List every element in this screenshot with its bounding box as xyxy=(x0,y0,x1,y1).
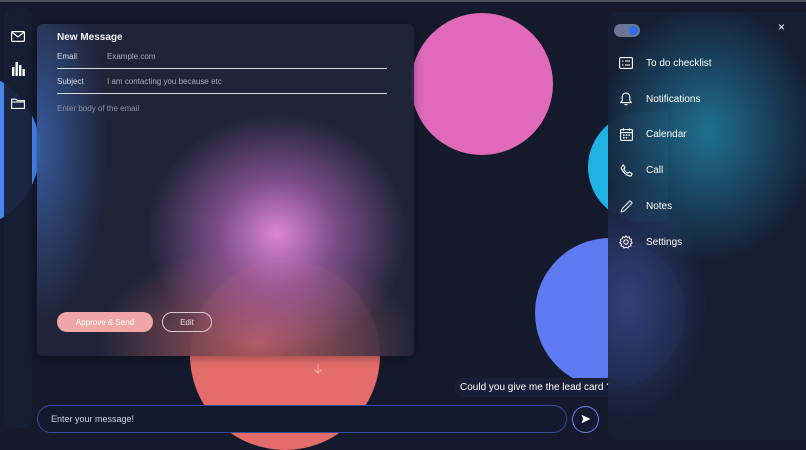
subject-field[interactable]: I am contacting you because etc xyxy=(107,77,222,86)
checklist-icon xyxy=(618,55,634,71)
mail-icon[interactable] xyxy=(9,27,27,45)
compose-card: New Message Email Example.com Subject I … xyxy=(37,24,414,356)
menu-item-settings[interactable]: Settings xyxy=(618,233,682,251)
email-body-field[interactable]: Enter body of the email xyxy=(57,104,139,113)
menu-item-label: Settings xyxy=(646,236,683,248)
toggle-knob xyxy=(629,26,638,35)
email-field-underline xyxy=(57,68,387,69)
chat-message-input[interactable]: Enter your message! xyxy=(37,405,567,433)
menu-item-notes[interactable]: Notes xyxy=(618,197,672,215)
menu-item-label: Calendar xyxy=(646,128,687,140)
menu-item-label: Notifications xyxy=(646,93,701,105)
decorative-pink-circle xyxy=(411,13,553,155)
chat-message-bubble: Could you give me the lead card ? xyxy=(455,378,617,397)
calendar-icon xyxy=(618,126,634,142)
subject-label: Subject xyxy=(57,77,84,86)
gear-icon xyxy=(618,234,634,250)
menu-item-label: Notes xyxy=(646,200,673,212)
menu-item-todo-checklist[interactable]: To do checklist xyxy=(618,54,712,72)
window-top-border xyxy=(0,0,806,2)
subject-field-underline xyxy=(57,93,387,94)
chat-input-placeholder: Enter your message! xyxy=(51,414,135,424)
menu-item-call[interactable]: Call xyxy=(618,161,663,179)
send-icon xyxy=(581,411,591,429)
side-panel xyxy=(608,12,806,440)
email-label: Email xyxy=(57,52,78,61)
theme-toggle[interactable] xyxy=(614,24,640,37)
folder-icon[interactable] xyxy=(9,94,27,112)
menu-item-notifications[interactable]: Notifications xyxy=(618,90,700,108)
close-panel-button[interactable]: × xyxy=(778,20,785,34)
menu-item-label: Call xyxy=(646,164,664,176)
email-field[interactable]: Example.com xyxy=(107,52,155,61)
approve-send-button[interactable]: Approve & Send xyxy=(57,312,153,332)
bell-icon xyxy=(618,91,634,107)
phone-icon xyxy=(618,162,634,178)
pencil-icon xyxy=(618,198,634,214)
edit-button[interactable]: Edit xyxy=(162,312,212,332)
send-button[interactable] xyxy=(572,406,599,433)
compose-title: New Message xyxy=(57,32,123,43)
arrow-down-icon xyxy=(314,364,322,377)
bar-chart-icon[interactable] xyxy=(9,60,27,78)
menu-item-label: To do checklist xyxy=(646,57,712,69)
icon-rail xyxy=(4,8,32,428)
menu-item-calendar[interactable]: Calendar xyxy=(618,125,687,143)
